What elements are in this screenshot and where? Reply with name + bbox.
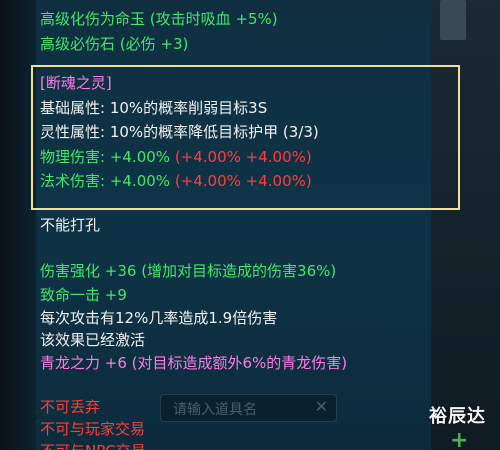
gem-lifesteal-line: 高级化伤为命玉 (攻击时吸血 +5%) (40, 10, 278, 28)
magic-damage-extra: (+4.00% +4.00%) (170, 172, 312, 190)
search-placeholder: 请输入道具名 (173, 402, 257, 418)
restriction-no-player-trade: 不可与玩家交易 (40, 420, 146, 438)
critical-strike-desc: 每次攻击有12%几率造成1.9倍伤害 (40, 309, 278, 327)
critical-strike-line: 致命一击 +9 (40, 286, 127, 304)
damage-boost-line: 伤害强化 +36 (增加对目标造成的伤害36%) (40, 262, 337, 280)
add-icon[interactable]: + (450, 430, 470, 450)
physical-damage-extra: (+4.00% +4.00%) (170, 148, 312, 166)
restriction-no-npc-trade: 不可与NPC交易 (40, 442, 146, 450)
soul-base-attribute: 基础属性: 10%的概率削弱目标3S (40, 99, 268, 117)
background-search-input[interactable]: 请输入道具名 ✕ (160, 394, 337, 422)
physical-damage-label: 物理伤害: +4.00% (40, 148, 171, 166)
no-socket-text: 不能打孔 (40, 216, 101, 234)
soul-magic-damage: 法术伤害: +4.00% (+4.00% +4.00%) (40, 172, 312, 191)
game-screen: 请输入道具名 ✕ + 高级化伤为命玉 (攻击时吸血 +5%) 高级必伤石 (必伤… (0, 0, 500, 450)
gem-crit-line: 高级必伤石 (必伤 +3) (40, 35, 189, 53)
effect-activated-text: 该效果已经激活 (40, 331, 146, 349)
magic-damage-label: 法术伤害: +4.00% (40, 172, 171, 190)
soul-physical-damage: 物理伤害: +4.00% (+4.00% +4.00%) (40, 148, 312, 167)
azure-dragon-power-line: 青龙之力 +6 (对目标造成额外6%的青龙伤害) (40, 354, 348, 372)
soul-spirit-attribute: 灵性属性: 10%的概率降低目标护甲 (3/3) (40, 123, 319, 141)
watermark: 裕辰达 (429, 406, 486, 427)
background-scroll-thumb[interactable] (440, 0, 466, 40)
restriction-no-discard: 不可丢弃 (40, 398, 101, 416)
soul-title: [断魂之灵] (40, 74, 112, 92)
close-icon[interactable]: ✕ (315, 397, 328, 416)
